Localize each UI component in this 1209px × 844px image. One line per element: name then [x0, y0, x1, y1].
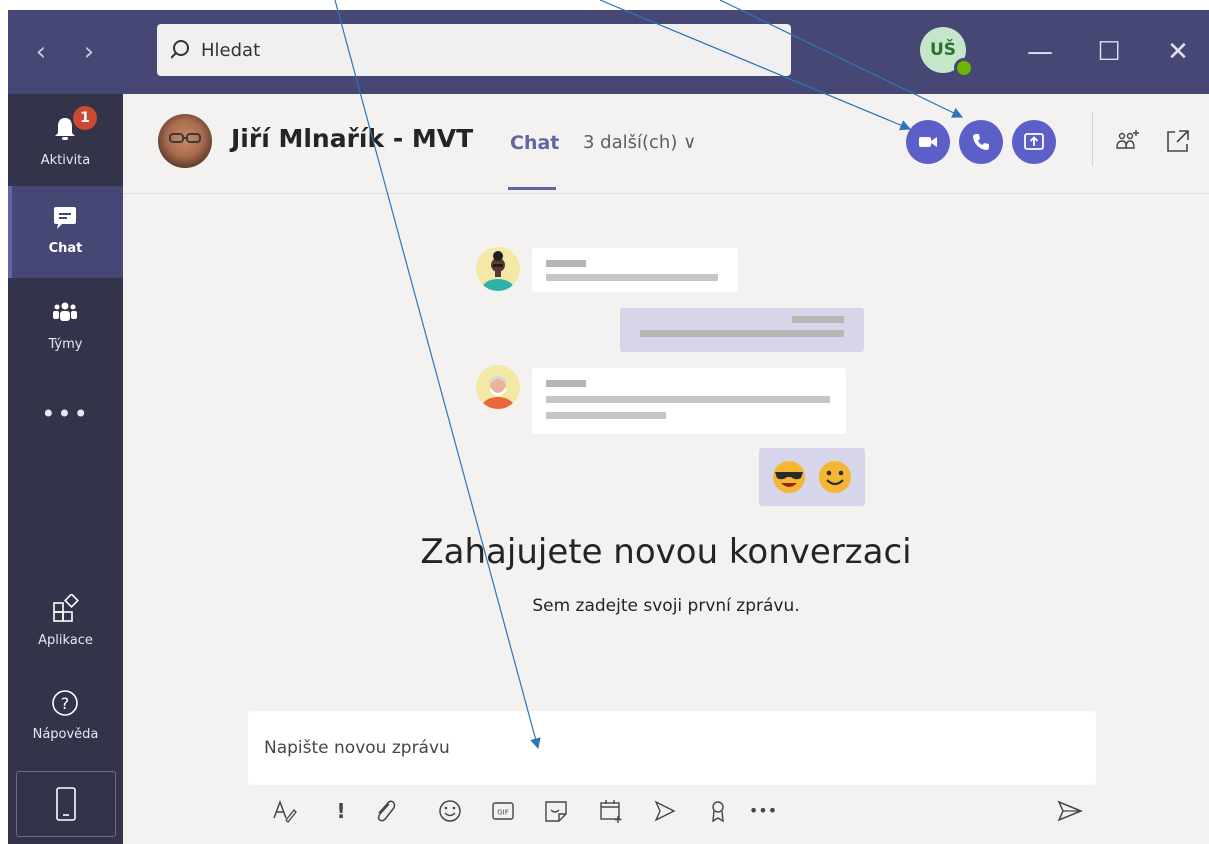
illustration-message-bubble: [532, 368, 846, 434]
presence-available-icon: [954, 58, 974, 78]
app-rail: 1 Aktivita Chat Týmy ••• Aplikace ? Nápo…: [8, 94, 123, 844]
more-options-icon[interactable]: •••: [748, 796, 778, 826]
send-icon[interactable]: [1055, 796, 1085, 826]
message-input[interactable]: [264, 731, 1064, 765]
attach-icon[interactable]: [370, 796, 400, 826]
video-call-button[interactable]: [906, 120, 950, 164]
illustration-my-message-bubble: [620, 308, 864, 352]
close-icon[interactable]: ✕: [1158, 32, 1198, 72]
empty-state-subtitle: Sem zadejte svoji první zprávu.: [532, 596, 800, 616]
contact-photo: [169, 133, 201, 143]
contact-name: Jiří Mlnařík - MVT: [231, 124, 474, 153]
chat-icon: [54, 207, 76, 229]
sunglasses-emoji-icon: [773, 461, 805, 493]
teams-window: ‹ › UŠ — ☐ ✕ 1 Aktivita: [8, 10, 1209, 844]
phone-device-icon: [56, 787, 76, 821]
message-composer[interactable]: [248, 711, 1096, 785]
chevron-left-icon[interactable]: ‹: [26, 34, 56, 70]
share-screen-button[interactable]: [1012, 120, 1056, 164]
video-camera-icon: [919, 137, 937, 147]
empty-state-title: Zahajujete novou konverzaci: [420, 532, 912, 572]
rail-item-label: Aplikace: [38, 633, 93, 648]
search-icon: [171, 40, 189, 59]
format-icon[interactable]: [270, 796, 300, 826]
smiley-emoji-icon: [819, 461, 851, 493]
illustration-message-bubble: [532, 248, 738, 292]
rail-item-label: Aktivita: [40, 153, 91, 168]
contact-avatar[interactable]: [158, 114, 212, 168]
rail-item-teams[interactable]: Týmy: [8, 282, 123, 374]
svg-text:?: ?: [61, 694, 70, 713]
apps-icon: [53, 594, 79, 622]
title-bar: ‹ › UŠ — ☐ ✕: [8, 10, 1209, 94]
header-separator: [1092, 112, 1093, 166]
rail-item-chat[interactable]: Chat: [8, 186, 123, 278]
rail-item-activity[interactable]: 1 Aktivita: [8, 98, 123, 190]
maximize-icon[interactable]: ☐: [1089, 32, 1129, 72]
illustration-avatar-man: [476, 365, 520, 409]
search-input[interactable]: [201, 33, 761, 67]
minimize-icon[interactable]: —: [1020, 32, 1060, 72]
chat-header: Jiří Mlnařík - MVT Chat 3 další(ch) ∨: [123, 94, 1209, 194]
device-button[interactable]: [16, 771, 116, 837]
sticker-icon[interactable]: [541, 796, 571, 826]
help-icon: ?: [52, 690, 78, 716]
search-box[interactable]: [157, 24, 791, 76]
active-tab-indicator: [508, 187, 556, 190]
rail-item-label: Chat: [48, 241, 83, 256]
praise-icon[interactable]: [703, 796, 733, 826]
notification-badge: 1: [73, 106, 97, 130]
gif-icon[interactable]: GIF: [488, 796, 518, 826]
tab-more-dropdown[interactable]: 3 další(ch) ∨: [583, 132, 696, 153]
teams-icon: [53, 302, 77, 321]
stream-icon[interactable]: [650, 796, 680, 826]
share-screen-icon: [1024, 133, 1044, 150]
svg-text:GIF: GIF: [497, 809, 509, 817]
rail-item-apps[interactable]: Aplikace: [8, 578, 123, 670]
rail-item-label: Týmy: [48, 337, 83, 352]
add-people-icon[interactable]: [1113, 126, 1143, 156]
phone-icon: [973, 134, 989, 150]
pop-out-icon[interactable]: [1163, 126, 1193, 156]
audio-call-button[interactable]: [959, 120, 1003, 164]
tab-chat[interactable]: Chat: [510, 132, 559, 154]
rail-item-help[interactable]: ? Nápověda: [8, 672, 123, 764]
emoji-icon[interactable]: [435, 796, 465, 826]
illustration-emoji-bubble: [759, 448, 865, 506]
important-icon[interactable]: !: [326, 796, 356, 826]
more-apps-icon[interactable]: •••: [8, 400, 123, 428]
chevron-right-icon[interactable]: ›: [74, 34, 104, 70]
rail-item-label: Nápověda: [32, 727, 99, 742]
schedule-meeting-icon[interactable]: [596, 796, 626, 826]
illustration-avatar-woman: [476, 247, 520, 291]
